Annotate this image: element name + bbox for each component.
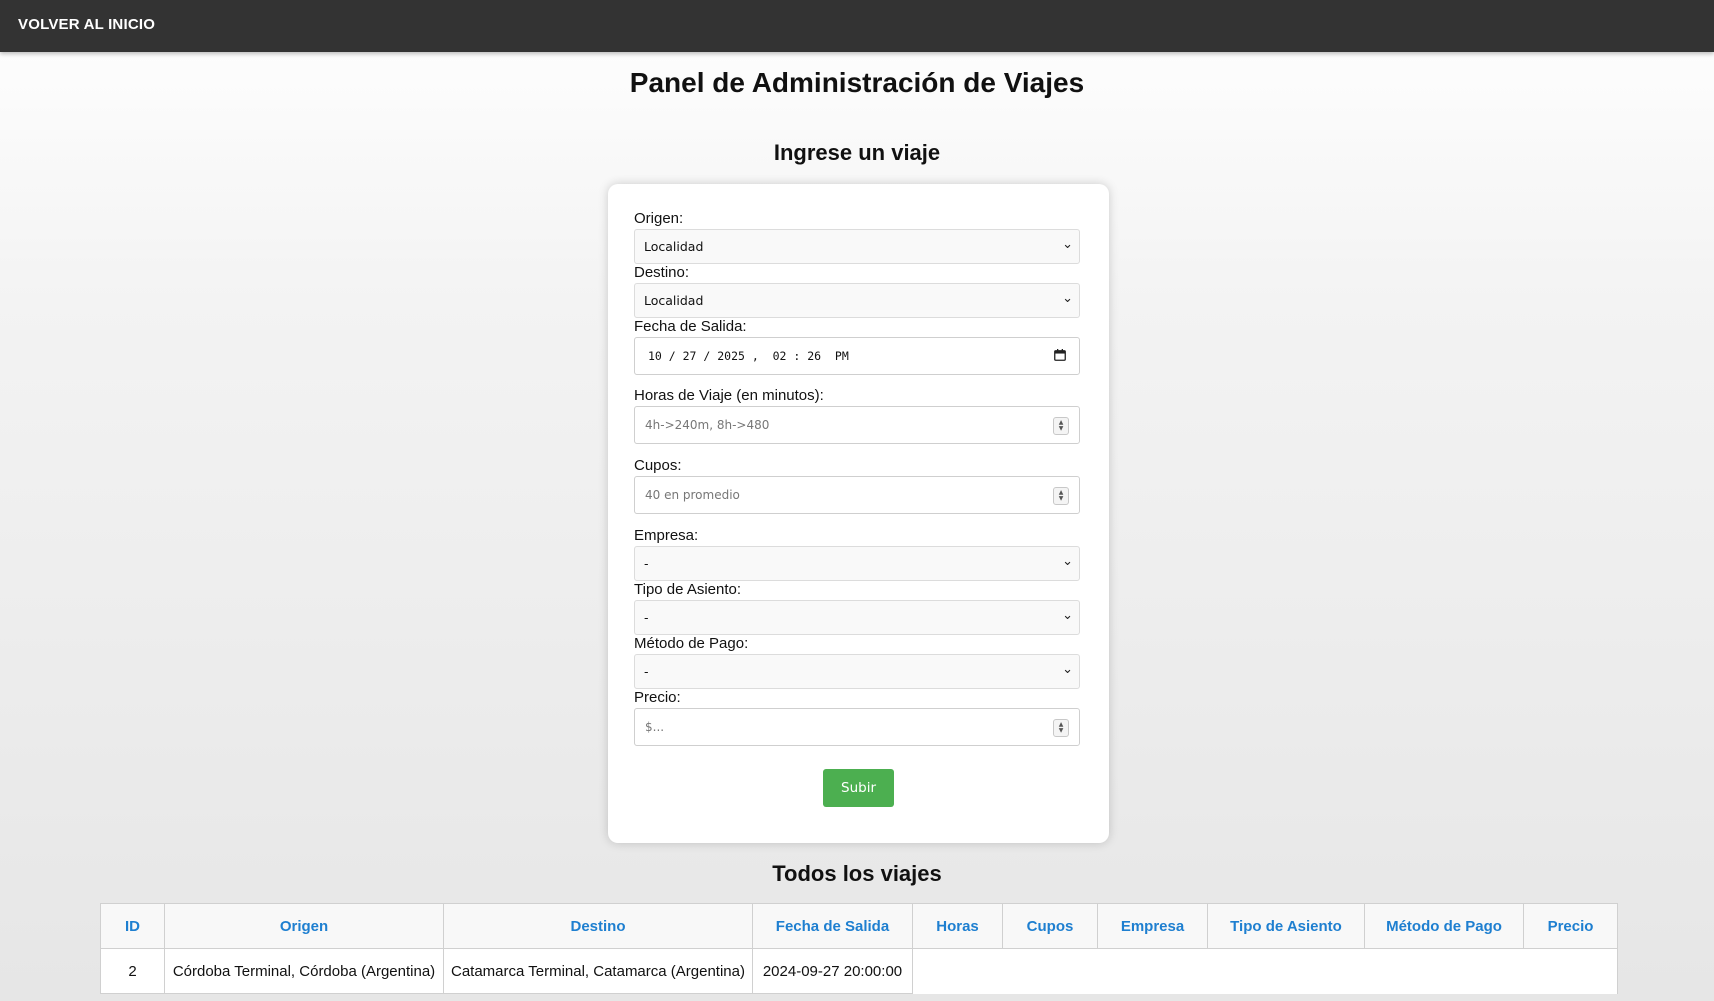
chevron-down-icon: ⌄ <box>1062 237 1073 252</box>
table-row: 2 Córdoba Terminal, Córdoba (Argentina) … <box>100 948 1618 994</box>
destino-select[interactable]: Localidad ⌄ <box>634 283 1080 318</box>
calendar-icon[interactable] <box>1054 349 1066 361</box>
column-header: Destino <box>443 903 753 949</box>
empresa-label: Empresa: <box>634 527 699 544</box>
chevron-down-icon: ⌄ <box>1062 554 1073 569</box>
cell-destino: Catamarca Terminal, Catamarca (Argentina… <box>443 948 753 994</box>
origen-label: Origen: <box>634 210 684 227</box>
cell-empty <box>912 948 1618 994</box>
fecha-salida-input[interactable]: 10 / 27 / 2025 , 02 : 26 PM <box>634 337 1080 375</box>
column-header: Cupos <box>1002 903 1098 949</box>
table-header-row: ID Origen Destino Fecha de Salida Horas … <box>100 903 1618 949</box>
cell-fecha: 2024-09-27 20:00:00 <box>752 948 913 994</box>
chevron-down-icon: ⌄ <box>1062 291 1073 306</box>
fecha-label: Fecha de Salida: <box>634 318 747 335</box>
horas-placeholder: 4h->240m, 8h->480 <box>645 418 770 432</box>
pago-select-value: - <box>644 664 649 679</box>
submit-button[interactable]: Subir <box>823 769 894 807</box>
destino-select-value: Localidad <box>644 293 704 308</box>
column-header: Origen <box>164 903 444 949</box>
pago-label: Método de Pago: <box>634 635 749 652</box>
empresa-select[interactable]: - ⌄ <box>634 546 1080 581</box>
cupos-placeholder: 40 en promedio <box>645 488 740 502</box>
asiento-select-value: - <box>644 610 649 625</box>
cell-origen: Córdoba Terminal, Córdoba (Argentina) <box>164 948 444 994</box>
chevron-down-icon: ⌄ <box>1062 608 1073 623</box>
column-header: Método de Pago <box>1364 903 1524 949</box>
back-to-home-link[interactable]: VOLVER AL INICIO <box>18 16 155 33</box>
precio-placeholder: $... <box>645 720 665 734</box>
number-spinner-icon[interactable]: ▲ ▼ <box>1053 719 1069 737</box>
number-spinner-icon[interactable]: ▲ ▼ <box>1053 487 1069 505</box>
horas-input[interactable]: 4h->240m, 8h->480 ▲ ▼ <box>634 406 1080 444</box>
horas-label: Horas de Viaje (en minutos): <box>634 387 824 404</box>
precio-label: Precio: <box>634 689 681 706</box>
form-heading: Ingrese un viaje <box>773 140 941 165</box>
origen-select[interactable]: Localidad ⌄ <box>634 229 1080 264</box>
precio-input[interactable]: $... ▲ ▼ <box>634 708 1080 746</box>
column-header: ID <box>100 903 165 949</box>
trips-table-heading: Todos los viajes <box>772 861 942 886</box>
asiento-label: Tipo de Asiento: <box>634 581 742 598</box>
destino-label: Destino: <box>634 264 690 281</box>
chevron-down-icon: ⌄ <box>1062 662 1073 677</box>
fecha-salida-value: 10 / 27 / 2025 , 02 : 26 PM <box>648 349 849 363</box>
column-header: Empresa <box>1097 903 1208 949</box>
top-nav-bar: VOLVER AL INICIO <box>0 0 1714 52</box>
cupos-label: Cupos: <box>634 457 682 474</box>
asiento-select[interactable]: - ⌄ <box>634 600 1080 635</box>
column-header: Fecha de Salida <box>752 903 913 949</box>
cupos-input[interactable]: 40 en promedio ▲ ▼ <box>634 476 1080 514</box>
column-header: Horas <box>912 903 1003 949</box>
cell-id: 2 <box>100 948 165 994</box>
trips-table: ID Origen Destino Fecha de Salida Horas … <box>100 903 1618 994</box>
column-header: Precio <box>1523 903 1618 949</box>
number-spinner-icon[interactable]: ▲ ▼ <box>1053 417 1069 435</box>
page-title: Panel de Administración de Viajes <box>629 67 1085 98</box>
column-header: Tipo de Asiento <box>1207 903 1365 949</box>
empresa-select-value: - <box>644 556 649 571</box>
origen-select-value: Localidad <box>644 239 704 254</box>
trip-form-card: Origen: Localidad ⌄ Destino: Localidad ⌄… <box>608 184 1109 843</box>
pago-select[interactable]: - ⌄ <box>634 654 1080 689</box>
